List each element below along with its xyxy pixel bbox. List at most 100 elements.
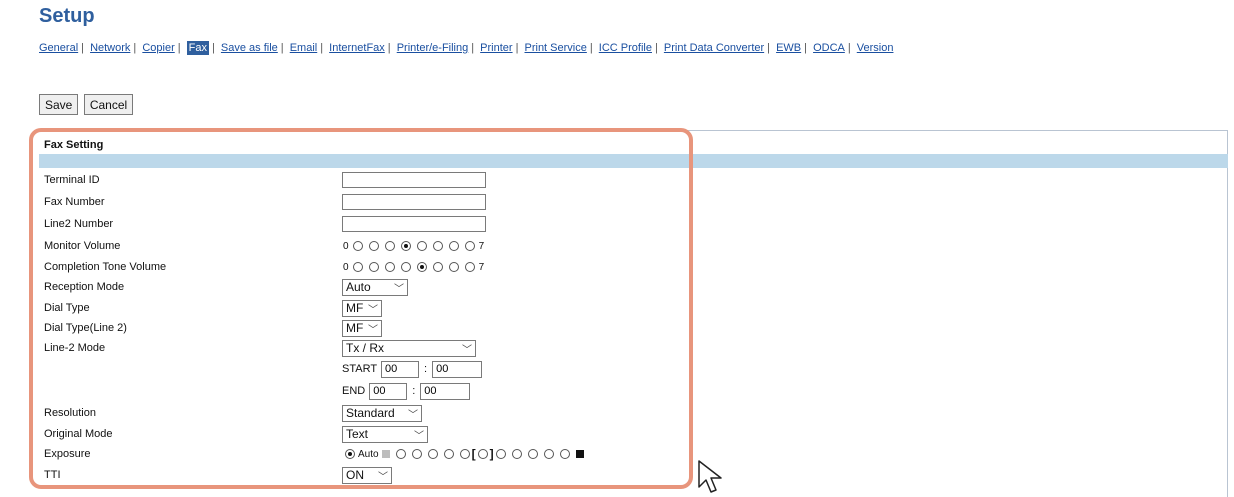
monitor-volume-radio-0[interactable] bbox=[352, 241, 363, 251]
exposure-radio-2[interactable] bbox=[411, 449, 422, 459]
exposure-auto-radio[interactable] bbox=[345, 449, 355, 459]
monitor-volume-radio-7[interactable] bbox=[464, 241, 475, 251]
reception-mode-row: Reception Mode Auto ﹀ bbox=[44, 278, 684, 296]
line2-mode-value: Tx / Rx bbox=[346, 341, 384, 355]
exposure-auto-label: Auto bbox=[358, 448, 379, 460]
exposure-radio-1[interactable] bbox=[395, 449, 406, 459]
completion-tone-radio-2[interactable] bbox=[384, 262, 395, 272]
monitor-volume-radio-2[interactable] bbox=[384, 241, 395, 251]
save-button[interactable]: Save bbox=[39, 94, 79, 115]
reception-mode-select[interactable]: Auto ﹀ bbox=[342, 278, 408, 296]
tab-version[interactable]: Version bbox=[857, 42, 894, 54]
completion-tone-radio-6[interactable] bbox=[448, 262, 459, 272]
completion-tone-max: 7 bbox=[478, 261, 485, 273]
exposure-radio-8[interactable] bbox=[511, 449, 522, 459]
nav-separator: | bbox=[177, 42, 181, 54]
monitor-volume-radio-4[interactable] bbox=[416, 241, 427, 251]
nav-separator: | bbox=[654, 42, 658, 54]
tab-print-service[interactable]: Print Service bbox=[525, 42, 587, 54]
tab-general[interactable]: General bbox=[39, 42, 78, 54]
tti-select[interactable]: ON ﹀ bbox=[342, 466, 392, 484]
resolution-select[interactable]: Standard ﹀ bbox=[342, 404, 422, 422]
end-minute-field[interactable] bbox=[420, 382, 471, 400]
completion-tone-min: 0 bbox=[343, 261, 349, 273]
chevron-down-icon: ﹀ bbox=[368, 324, 378, 336]
completion-tone-radio-7[interactable] bbox=[464, 262, 475, 272]
reception-mode-value: Auto bbox=[346, 280, 371, 294]
exposure-radio-11[interactable] bbox=[559, 449, 570, 459]
dial-type-line2-label: Dial Type(Line 2) bbox=[44, 322, 127, 334]
settings-tab-nav: General | Network | Copier | Fax | Save as f… bbox=[39, 41, 894, 55]
tab-print-data-converter[interactable]: Print Data Converter bbox=[664, 42, 764, 54]
nav-separator: | bbox=[81, 42, 84, 54]
completion-tone-radio-0[interactable] bbox=[352, 262, 363, 272]
monitor-volume-radio-1[interactable] bbox=[368, 241, 379, 251]
action-buttons: Save Cancel bbox=[39, 94, 134, 115]
line2-start-time-row: START : bbox=[44, 360, 684, 378]
monitor-volume-radio-3[interactable] bbox=[400, 241, 411, 251]
completion-tone-radio-3[interactable] bbox=[400, 262, 411, 272]
completion-tone-radio-1[interactable] bbox=[368, 262, 379, 272]
end-hour-field[interactable] bbox=[369, 382, 408, 400]
tab-copier[interactable]: Copier bbox=[142, 42, 174, 54]
mouse-pointer-icon bbox=[698, 460, 722, 493]
tab-printer[interactable]: Printer bbox=[480, 42, 512, 54]
exposure-radio-5[interactable] bbox=[459, 449, 470, 459]
nav-separator: | bbox=[515, 42, 519, 54]
dial-type-row: Dial Type MF ﹀ bbox=[44, 299, 684, 317]
dark-swatch-icon bbox=[575, 450, 584, 458]
start-label: START bbox=[342, 363, 378, 375]
monitor-volume-row: Monitor Volume 0 7 bbox=[44, 237, 684, 255]
end-label: END bbox=[342, 385, 366, 397]
tab-printer-efiling[interactable]: Printer/e-Filing bbox=[397, 42, 469, 54]
tab-fax[interactable]: Fax bbox=[186, 41, 209, 55]
terminal-id-row: Terminal ID bbox=[44, 171, 684, 189]
exposure-radio-3[interactable] bbox=[427, 449, 438, 459]
tab-network[interactable]: Network bbox=[90, 42, 130, 54]
tab-save-as-file[interactable]: Save as file bbox=[221, 42, 278, 54]
line2-mode-select[interactable]: Tx / Rx ﹀ bbox=[342, 339, 476, 357]
original-mode-value: Text bbox=[346, 427, 369, 441]
start-hour-field[interactable] bbox=[381, 360, 420, 378]
tab-odca[interactable]: ODCA bbox=[813, 42, 845, 54]
exposure-radio-7[interactable] bbox=[495, 449, 506, 459]
panel-border-top bbox=[39, 130, 1228, 131]
tab-ewb[interactable]: EWB bbox=[776, 42, 801, 54]
exposure-radio-10[interactable] bbox=[543, 449, 554, 459]
fax-number-field[interactable] bbox=[342, 194, 486, 210]
time-colon: : bbox=[412, 385, 416, 397]
monitor-volume-radio-6[interactable] bbox=[448, 241, 459, 251]
monitor-volume-min: 0 bbox=[343, 240, 349, 252]
exposure-radio-center[interactable] bbox=[477, 449, 488, 459]
exposure-radio-4[interactable] bbox=[443, 449, 454, 459]
start-minute-field[interactable] bbox=[432, 360, 483, 378]
terminal-id-label: Terminal ID bbox=[44, 174, 100, 186]
resolution-row: Resolution Standard ﹀ bbox=[44, 404, 684, 422]
line2-number-field[interactable] bbox=[342, 216, 486, 232]
tab-icc-profile[interactable]: ICC Profile bbox=[599, 42, 652, 54]
dial-type-line2-select[interactable]: MF ﹀ bbox=[342, 319, 382, 337]
nav-separator: | bbox=[804, 42, 807, 54]
section-title: Fax Setting bbox=[44, 139, 104, 151]
cancel-button[interactable]: Cancel bbox=[83, 94, 134, 115]
tab-internetfax[interactable]: InternetFax bbox=[329, 42, 385, 54]
monitor-volume-max: 7 bbox=[478, 240, 485, 252]
dial-type-value: MF bbox=[346, 301, 364, 315]
chevron-down-icon: ﹀ bbox=[462, 344, 472, 356]
terminal-id-field[interactable] bbox=[342, 172, 486, 188]
center-bracket-left-icon: [ bbox=[471, 447, 476, 461]
tab-email[interactable]: Email bbox=[290, 42, 318, 54]
tti-label: TTI bbox=[44, 469, 61, 481]
section-header-band bbox=[39, 154, 1228, 168]
dial-type-select[interactable]: MF ﹀ bbox=[342, 299, 382, 317]
completion-tone-radio-4[interactable] bbox=[416, 262, 427, 272]
original-mode-select[interactable]: Text ﹀ bbox=[342, 425, 428, 443]
original-mode-label: Original Mode bbox=[44, 428, 113, 440]
exposure-radio-9[interactable] bbox=[527, 449, 538, 459]
line2-mode-row: Line-2 Mode Tx / Rx ﹀ bbox=[44, 339, 684, 357]
completion-tone-radio-5[interactable] bbox=[432, 262, 443, 272]
panel-border-right bbox=[1227, 130, 1228, 497]
resolution-value: Standard bbox=[346, 406, 395, 420]
fax-number-label: Fax Number bbox=[44, 196, 105, 208]
monitor-volume-radio-5[interactable] bbox=[432, 241, 443, 251]
